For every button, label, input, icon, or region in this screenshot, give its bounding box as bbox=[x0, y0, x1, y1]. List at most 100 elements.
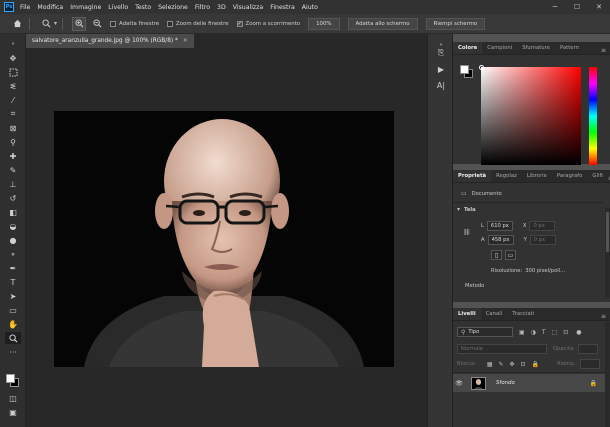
height-input[interactable]: 458 px bbox=[487, 235, 514, 245]
actions-panel-icon[interactable]: ▶ bbox=[434, 62, 448, 76]
history-brush-tool-icon[interactable]: ↺ bbox=[5, 192, 21, 204]
menu-visualizza[interactable]: Visualizza bbox=[233, 4, 263, 11]
resize-windows-checkbox[interactable]: Adatta finestre bbox=[110, 20, 159, 27]
tab-canali[interactable]: Canali bbox=[481, 308, 508, 320]
more-tools-icon[interactable]: ··· bbox=[5, 346, 21, 358]
foreground-color-swatch[interactable] bbox=[6, 374, 15, 383]
quick-mask-icon[interactable]: ◫ bbox=[5, 392, 21, 404]
filter-pixel-icon[interactable]: ▣ bbox=[519, 329, 525, 336]
brush-tool-icon[interactable]: ✎ bbox=[5, 164, 21, 176]
zoom-in-icon[interactable] bbox=[72, 16, 87, 31]
magic-wand-tool-icon[interactable]: ⁄ bbox=[5, 94, 21, 106]
layer-visibility-eye-icon[interactable]: 👁 bbox=[453, 380, 465, 387]
menu-file[interactable]: File bbox=[20, 4, 30, 11]
blur-tool-icon[interactable]: ● bbox=[5, 234, 21, 246]
tab-tracciati[interactable]: Tracciati bbox=[507, 308, 539, 320]
opacity-input[interactable] bbox=[577, 344, 598, 354]
maximize-button[interactable]: ☐ bbox=[566, 0, 588, 14]
checkbox-checked[interactable]: ✓ bbox=[236, 20, 243, 27]
menu-3d[interactable]: 3D bbox=[217, 4, 226, 11]
tab-proprieta[interactable]: Proprietà bbox=[453, 170, 492, 182]
dodge-tool-icon[interactable]: ⚬ bbox=[5, 248, 21, 260]
foreground-color-chip[interactable] bbox=[460, 65, 469, 74]
layer-row[interactable]: 👁 Sfondo 🔒 bbox=[453, 374, 605, 392]
zoom-tool-icon[interactable] bbox=[39, 17, 53, 31]
zoom-percent-field[interactable]: 100% bbox=[308, 17, 340, 30]
tab-librerie[interactable]: Librerie bbox=[522, 170, 552, 182]
pen-tool-icon[interactable]: ✒ bbox=[5, 262, 21, 274]
filter-adjustment-icon[interactable]: ◑ bbox=[531, 329, 536, 336]
document-tab[interactable]: salvatore_aranzulla_grande.jpg @ 100% (R… bbox=[26, 34, 195, 48]
landscape-orientation-icon[interactable]: ▭ bbox=[505, 250, 516, 260]
menu-selezione[interactable]: Selezione bbox=[158, 4, 188, 11]
menu-finestra[interactable]: Finestra bbox=[270, 4, 295, 11]
menu-filtro[interactable]: Filtro bbox=[195, 4, 210, 11]
blend-mode-select[interactable]: Normale bbox=[457, 344, 547, 354]
eyedropper-tool-icon[interactable]: ⚲ bbox=[5, 136, 21, 148]
layers-scrollbar[interactable] bbox=[605, 322, 610, 427]
marquee-tool-icon[interactable] bbox=[5, 66, 21, 78]
y-input[interactable]: 0 px bbox=[529, 235, 556, 245]
menu-testo[interactable]: Testo bbox=[135, 4, 151, 11]
filter-shape-icon[interactable]: ⬚ bbox=[552, 329, 558, 336]
tab-campioni[interactable]: Campioni bbox=[482, 42, 517, 54]
lock-all-icon[interactable]: 🔒 bbox=[532, 361, 539, 368]
panel-menu-icon[interactable]: ≡ bbox=[601, 313, 606, 320]
filter-type-icon[interactable]: T bbox=[542, 329, 546, 336]
lock-pixels-icon[interactable]: ▦ bbox=[487, 361, 493, 368]
hue-slider[interactable] bbox=[589, 67, 597, 165]
layer-filter-select[interactable]: ⚲ Tipo bbox=[457, 327, 513, 337]
toolbar-collapse-icon[interactable]: » bbox=[5, 38, 21, 50]
scrollbar-thumb[interactable] bbox=[606, 212, 609, 252]
fill-input[interactable] bbox=[580, 359, 601, 369]
move-tool-icon[interactable]: ✥ bbox=[5, 52, 21, 64]
panel-menu-icon[interactable]: ≡ bbox=[601, 47, 606, 54]
fill-screen-button[interactable]: Riempi schermo bbox=[425, 17, 486, 30]
tab-sfumature[interactable]: Sfumature bbox=[517, 42, 555, 54]
canvas-section-header[interactable]: ▾ Tela bbox=[457, 206, 479, 213]
zoom-out-icon[interactable] bbox=[90, 17, 104, 31]
tab-colore[interactable]: Colore bbox=[453, 42, 483, 54]
chevron-down-icon[interactable]: ▾ bbox=[54, 20, 57, 27]
x-input[interactable]: 0 px bbox=[529, 221, 556, 231]
minimize-button[interactable]: ─ bbox=[544, 0, 566, 14]
checkbox-box[interactable] bbox=[110, 20, 117, 27]
character-panel-icon[interactable]: A| bbox=[434, 78, 448, 92]
close-document-icon[interactable]: × bbox=[183, 38, 188, 44]
frame-tool-icon[interactable]: ⊠ bbox=[5, 122, 21, 134]
menu-livello[interactable]: Livello bbox=[108, 4, 128, 11]
filter-toggle-icon[interactable]: ● bbox=[576, 329, 581, 336]
menu-aiuto[interactable]: Aiuto bbox=[302, 4, 318, 11]
fit-screen-button[interactable]: Adatta allo schermo bbox=[347, 17, 418, 30]
tab-regolazioni[interactable]: Regolaz bbox=[491, 170, 522, 182]
path-selection-tool-icon[interactable]: ➤ bbox=[5, 290, 21, 302]
paint-bucket-tool-icon[interactable]: ◒ bbox=[5, 220, 21, 232]
zoom-all-checkbox[interactable]: Zoom delle finestre bbox=[167, 20, 229, 27]
rectangle-tool-icon[interactable]: ▭ bbox=[5, 304, 21, 316]
home-icon[interactable] bbox=[10, 17, 24, 31]
portrait-orientation-icon[interactable]: ▯ bbox=[491, 250, 502, 260]
color-picker-cursor[interactable] bbox=[479, 65, 484, 70]
tab-pattern[interactable]: Pattern bbox=[555, 42, 584, 54]
chevron-down-icon[interactable]: ▾ bbox=[457, 206, 460, 213]
tab-livelli[interactable]: Livelli bbox=[453, 308, 481, 320]
checkbox-box[interactable] bbox=[167, 20, 174, 27]
link-dimensions-icon[interactable]: ⛓ bbox=[463, 229, 471, 236]
zoom-tool-icon[interactable] bbox=[5, 332, 21, 344]
lock-artboard-icon[interactable]: ⊡ bbox=[521, 361, 526, 368]
menu-immagine[interactable]: Immagine bbox=[70, 4, 101, 11]
lock-position-icon[interactable]: ✥ bbox=[510, 361, 515, 368]
healing-brush-tool-icon[interactable]: ✚ bbox=[5, 150, 21, 162]
filter-smart-object-icon[interactable]: ⊡ bbox=[563, 329, 568, 336]
image-canvas[interactable] bbox=[54, 111, 394, 367]
tab-glifi[interactable]: Glifi bbox=[587, 170, 607, 182]
properties-scrollbar[interactable] bbox=[605, 208, 610, 298]
screen-mode-icon[interactable]: ▣ bbox=[5, 406, 21, 418]
crop-tool-icon[interactable]: ⌗ bbox=[5, 108, 21, 120]
close-window-button[interactable]: ✕ bbox=[588, 0, 610, 14]
eraser-tool-icon[interactable]: ◧ bbox=[5, 206, 21, 218]
type-tool-icon[interactable]: T bbox=[5, 276, 21, 288]
lasso-tool-icon[interactable]: ᓬ bbox=[5, 80, 21, 92]
menu-modifica[interactable]: Modifica bbox=[37, 4, 63, 11]
color-picker-field[interactable] bbox=[481, 67, 581, 165]
